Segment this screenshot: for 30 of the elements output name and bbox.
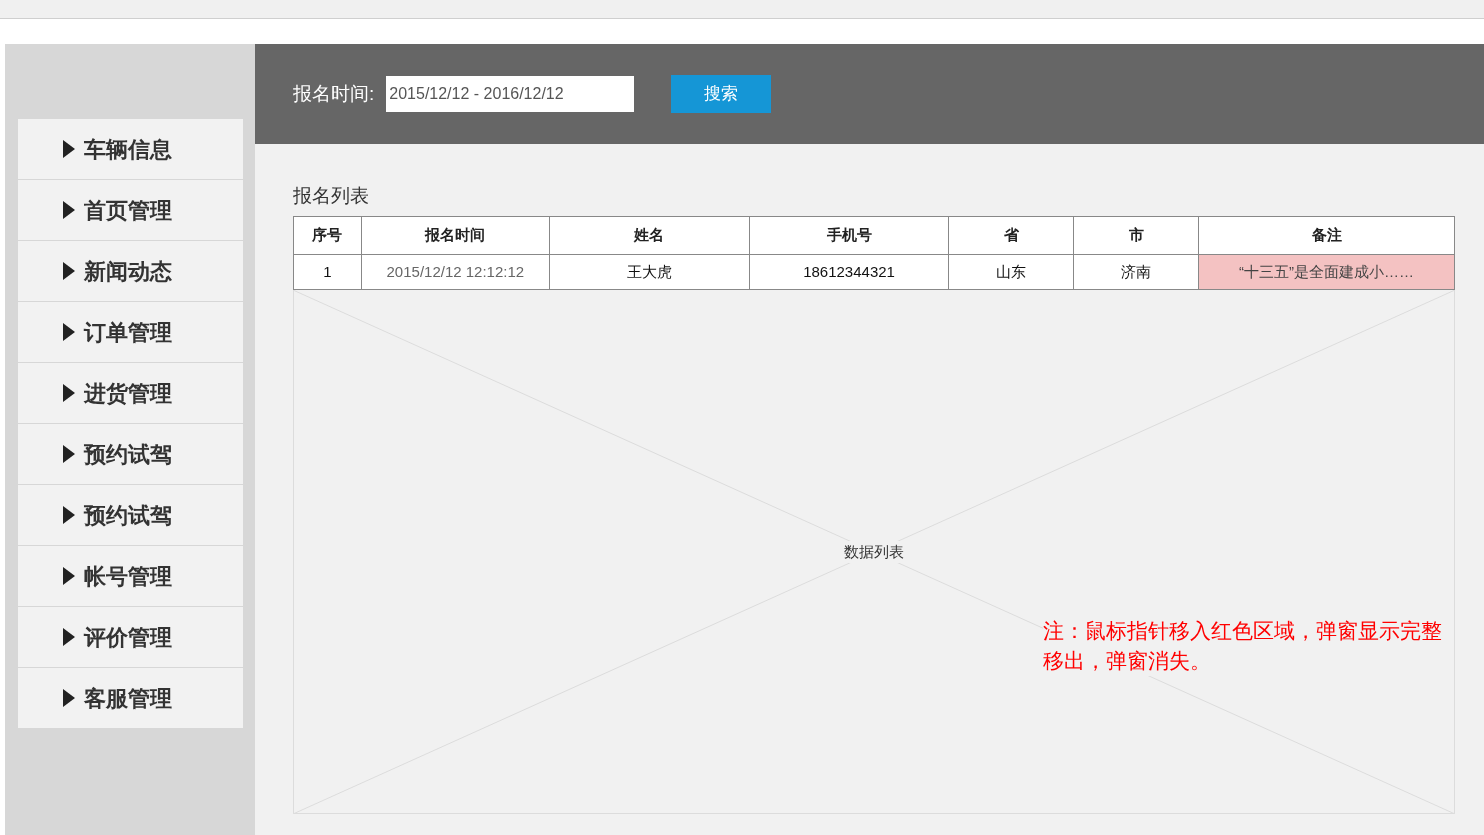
table-cell: 2015/12/12 12:12:12 <box>361 255 550 290</box>
triangle-icon <box>63 567 75 585</box>
triangle-icon <box>63 628 75 646</box>
triangle-icon <box>63 323 75 341</box>
filter-label: 报名时间: <box>293 81 375 106</box>
sidebar-item[interactable]: 客服管理 <box>18 668 243 729</box>
sidebar-item[interactable]: 订单管理 <box>18 302 243 363</box>
sidebar-item[interactable]: 车辆信息 <box>18 119 243 180</box>
table-cell: 1 <box>294 255 362 290</box>
triangle-icon <box>63 384 75 402</box>
sidebar-item[interactable]: 预约试驾 <box>18 485 243 546</box>
triangle-icon <box>63 262 75 280</box>
sidebar-item[interactable]: 帐号管理 <box>18 546 243 607</box>
sidebar-item[interactable]: 预约试驾 <box>18 424 243 485</box>
placeholder-label: 数据列表 <box>844 540 904 564</box>
sidebar-item[interactable]: 评价管理 <box>18 607 243 668</box>
date-range-field[interactable]: 2015/12/12 - 2016/12/12 <box>386 76 635 112</box>
table-cell: 山东 <box>949 255 1075 290</box>
sidebar-item[interactable]: 新闻动态 <box>18 241 243 302</box>
triangle-icon <box>63 689 75 707</box>
table-cell: 王大虎 <box>549 255 750 290</box>
triangle-icon <box>63 445 75 463</box>
triangle-icon <box>63 506 75 524</box>
triangle-icon <box>63 201 75 219</box>
sidebar-item[interactable]: 进货管理 <box>18 363 243 424</box>
table-cell: “十三五”是全面建成小…… <box>1199 255 1455 290</box>
list-title: 报名列表 <box>293 184 370 208</box>
sidebar-item[interactable]: 首页管理 <box>18 180 243 241</box>
triangle-icon <box>63 140 75 158</box>
table-cell: 18612344321 <box>749 255 950 290</box>
